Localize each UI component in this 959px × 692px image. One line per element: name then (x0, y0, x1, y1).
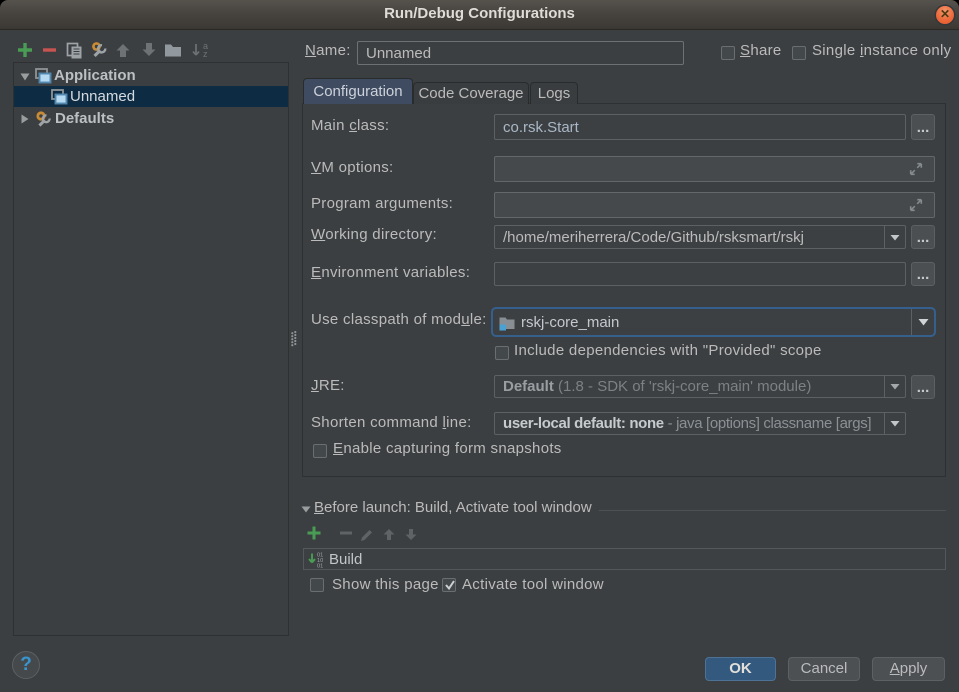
svg-text:01: 01 (317, 563, 323, 569)
svg-text:z: z (203, 49, 208, 59)
